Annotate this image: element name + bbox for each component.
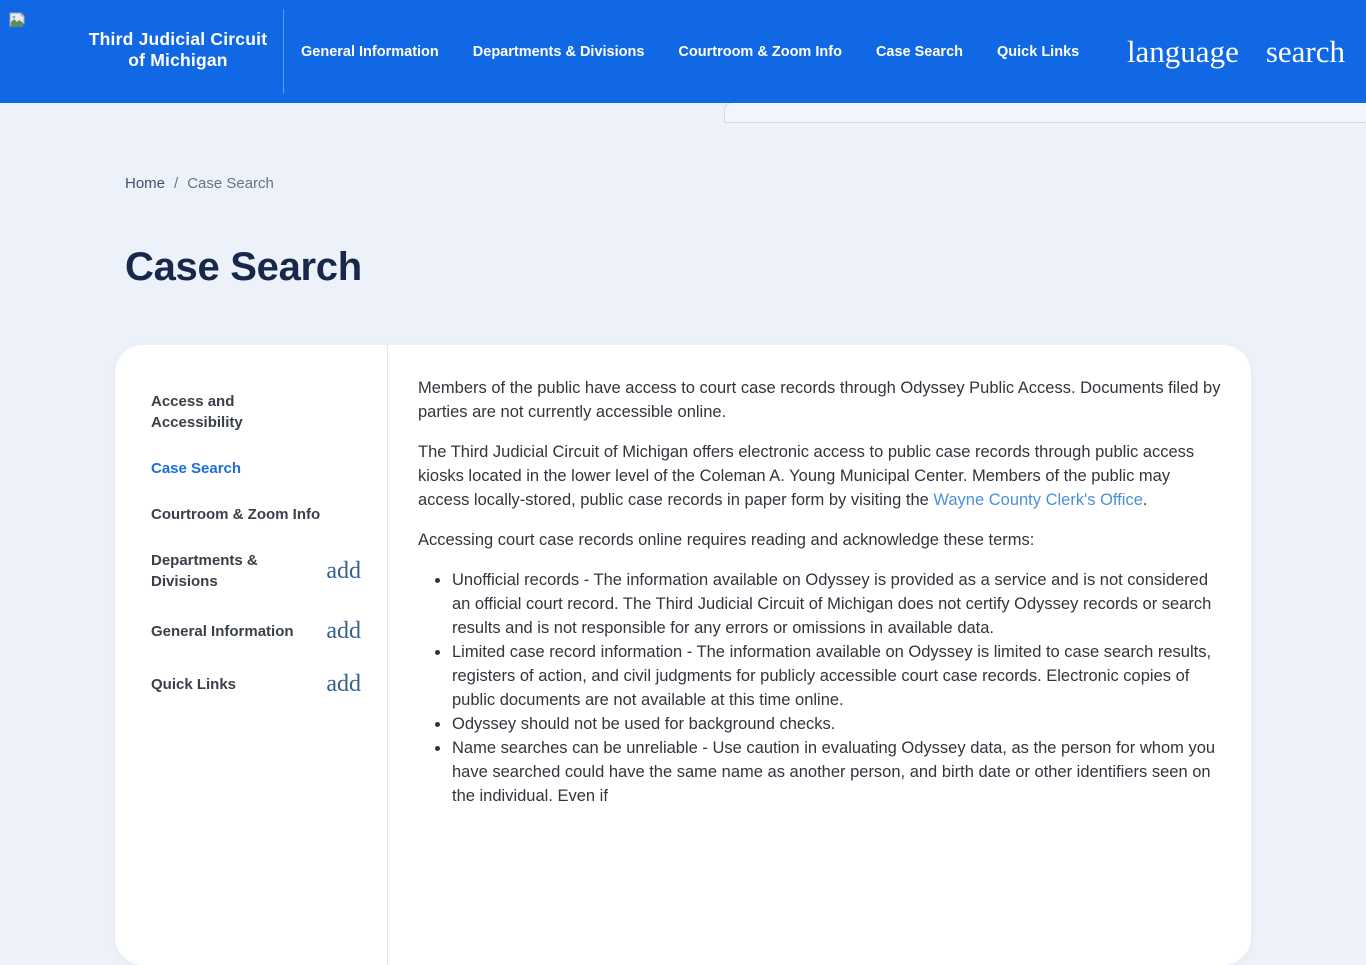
term-name-searches: Name searches can be unreliable - Use ca… [451,736,1221,808]
site-title[interactable]: Third Judicial Circuit of Michigan [84,29,272,71]
term-limited-information: Limited case record information - The in… [451,640,1221,712]
breadcrumb: Home / Case Search [125,175,274,192]
breadcrumb-current: Case Search [187,175,274,192]
card-sidebar: Access and Accessibility Case Search Cou… [115,345,388,965]
term-background-checks: Odyssey should not be used for backgroun… [451,712,1221,736]
header-icons: language search [1127,0,1345,103]
add-expand-icon[interactable]: add [326,557,361,585]
site-title-line1: Third Judicial Circuit [84,29,272,50]
nav-courtroom-zoom-info[interactable]: Courtroom & Zoom Info [678,44,842,60]
main-nav: General Information Departments & Divisi… [301,0,1079,103]
term-unofficial-records: Unofficial records - The information ava… [451,568,1221,640]
sidebar-item-label[interactable]: General Information [151,621,294,642]
add-expand-icon[interactable]: add [326,617,361,645]
nav-quick-links[interactable]: Quick Links [997,44,1079,60]
logo-area[interactable]: Third Judicial Circuit of Michigan [0,0,283,103]
sidebar-item-label[interactable]: Departments & Divisions [151,550,323,592]
language-icon[interactable]: language [1127,36,1239,67]
header-divider [283,9,284,94]
paragraph-odyssey-access: Members of the public have access to cou… [418,376,1221,424]
terms-list: Unofficial records - The information ava… [418,568,1221,808]
breadcrumb-home-link[interactable]: Home [125,175,165,192]
search-icon[interactable]: search [1266,36,1345,67]
add-expand-icon[interactable]: add [326,670,361,698]
sidebar-item-label[interactable]: Courtroom & Zoom Info [151,504,320,525]
sidebar-item-access-accessibility[interactable]: Access and Accessibility [151,391,387,433]
nav-general-information[interactable]: General Information [301,44,439,60]
site-title-line2: of Michigan [84,50,272,71]
breadcrumb-separator: / [174,175,178,192]
sidebar-item-label[interactable]: Quick Links [151,674,236,695]
nav-case-search[interactable]: Case Search [876,44,963,60]
sidebar-item-departments-divisions[interactable]: Departments & Divisions add [151,550,387,592]
page-title: Case Search [125,245,362,290]
sidebar-item-label[interactable]: Access and Accessibility [151,391,323,433]
search-flyout-panel[interactable] [724,101,1366,123]
content-card: Access and Accessibility Case Search Cou… [115,345,1251,965]
sidebar-item-case-search[interactable]: Case Search [151,458,387,479]
wayne-county-clerk-link[interactable]: Wayne County Clerk's Office [933,491,1142,509]
broken-image-icon [8,12,26,30]
paragraph-terms-intro: Accessing court case records online requ… [418,528,1221,552]
paragraph-kiosks: The Third Judicial Circuit of Michigan o… [418,440,1221,512]
sidebar-item-courtroom-zoom-info[interactable]: Courtroom & Zoom Info [151,504,387,525]
sidebar-item-general-information[interactable]: General Information add [151,617,387,645]
card-content: Members of the public have access to cou… [388,345,1251,965]
sidebar-item-label[interactable]: Case Search [151,458,241,479]
site-header: Third Judicial Circuit of Michigan Gener… [0,0,1366,103]
paragraph-kiosks-period: . [1143,491,1148,509]
nav-departments-divisions[interactable]: Departments & Divisions [473,44,645,60]
sidebar-item-quick-links[interactable]: Quick Links add [151,670,387,698]
